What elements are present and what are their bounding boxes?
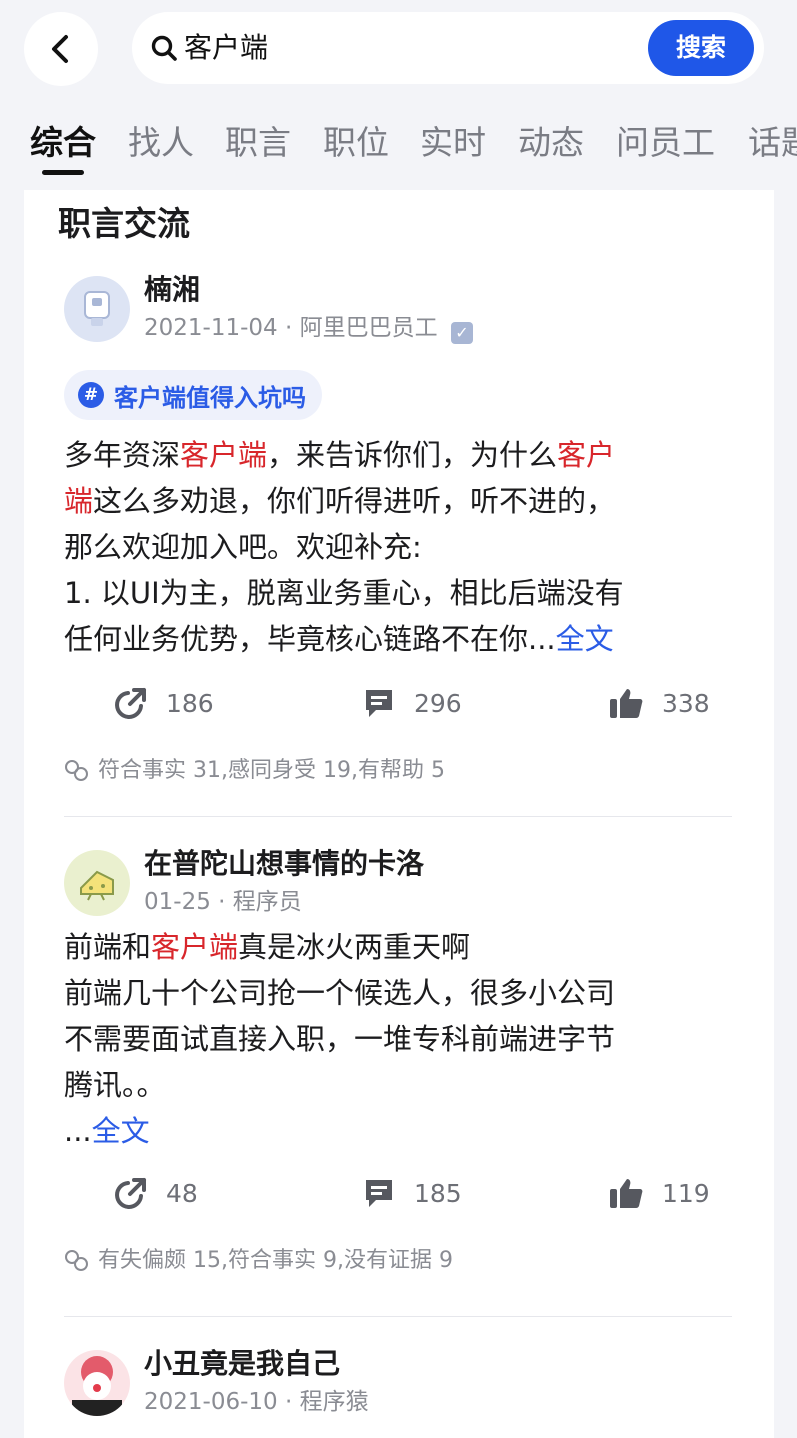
keyword-highlight: 端 xyxy=(64,484,94,518)
category-tabs: 综合 找人 职言 职位 实时 动态 问员工 话题 xyxy=(0,118,797,180)
comment-count: 185 xyxy=(414,1178,462,1208)
like-count: 338 xyxy=(662,688,710,718)
post-meta: 2021-06-10 · 程序猿 xyxy=(144,1386,369,1418)
top-bar: 客户端 搜索 xyxy=(0,0,797,100)
thumbs-up-icon xyxy=(610,1179,643,1208)
tab-ask-employee[interactable]: 问员工 xyxy=(616,118,715,168)
author-role: 阿里巴巴员工 xyxy=(299,315,438,341)
post-date: 2021-11-04 xyxy=(144,315,278,341)
hashtag-icon: # xyxy=(78,382,104,408)
section-title: 职言交流 xyxy=(58,204,190,243)
meta-separator: · xyxy=(284,315,293,341)
author-name[interactable]: 小丑竟是我自己 xyxy=(144,1346,340,1382)
like-button[interactable]: 338 xyxy=(608,686,710,720)
post-body-line: 腾讯。。 xyxy=(64,1068,166,1102)
share-count: 186 xyxy=(166,688,214,718)
like-count: 119 xyxy=(662,1178,710,1208)
reaction-summary[interactable]: 有失偏颇 15,符合事实 9,没有证据 9 xyxy=(64,1246,453,1276)
default-avatar-icon xyxy=(84,291,110,326)
post-date: 2021-06-10 xyxy=(144,1389,278,1415)
post-body-line: ...全文 xyxy=(64,1108,150,1154)
body-text: ... xyxy=(64,1114,92,1148)
tab-posts[interactable]: 职言 xyxy=(225,118,291,168)
post-body-line: 那么欢迎加入吧。欢迎补充: xyxy=(64,530,422,564)
comment-button[interactable]: 185 xyxy=(362,1176,462,1210)
reaction-text: 符合事实 31,感同身受 19,有帮助 5 xyxy=(98,758,445,783)
avatar[interactable] xyxy=(64,1350,130,1416)
avatar[interactable] xyxy=(64,276,130,342)
share-button[interactable]: 186 xyxy=(114,686,214,720)
like-button[interactable]: 119 xyxy=(608,1176,710,1210)
read-more-link[interactable]: 全文 xyxy=(92,1114,150,1148)
search-button[interactable]: 搜索 xyxy=(648,20,754,76)
tab-feed[interactable]: 动态 xyxy=(518,118,584,168)
post-date: 01-25 xyxy=(144,889,211,915)
topic-label: 客户端值得入坑吗 xyxy=(114,383,306,412)
reaction-summary[interactable]: 符合事实 31,感同身受 19,有帮助 5 xyxy=(64,756,445,786)
comment-button[interactable]: 296 xyxy=(362,686,462,720)
avatar[interactable] xyxy=(64,850,130,916)
post-body-line: 端这么多劝退，你们听得进听，听不进的， xyxy=(64,478,615,524)
comment-icon xyxy=(366,1180,392,1207)
post-card[interactable]: 在普陀山想事情的卡洛 01-25 · 程序员 前端和客户端真是冰火两重天啊 前端… xyxy=(24,846,774,1346)
clown-avatar-icon xyxy=(72,1356,122,1416)
comment-icon xyxy=(366,690,392,717)
keyword-highlight: 客户端 xyxy=(151,930,239,964)
body-text: 这么多劝退，你们听得进听，听不进的， xyxy=(93,484,616,518)
results-card: 职言交流 楠湘 2021-11-04 · 阿里巴巴员工 ✓ # 客户端值得入坑吗… xyxy=(24,190,774,1438)
tab-realtime[interactable]: 实时 xyxy=(420,118,486,168)
share-count: 48 xyxy=(166,1178,198,1208)
post-divider xyxy=(64,1316,732,1317)
read-more-link[interactable]: 全文 xyxy=(556,622,614,656)
share-button[interactable]: 48 xyxy=(114,1176,198,1210)
search-box[interactable]: 客户端 搜索 xyxy=(132,12,764,84)
post-card[interactable]: 小丑竟是我自己 2021-06-10 · 程序猿 xyxy=(24,1346,774,1438)
post-body-line: 任何业务优势，毕竟核心链路不在你...全文 xyxy=(64,616,614,662)
thumbs-up-icon xyxy=(610,689,643,718)
meta-separator: · xyxy=(284,1389,293,1415)
post-divider xyxy=(64,816,732,817)
verified-icon: ✓ xyxy=(450,322,473,344)
post-body-line: 多年资深客户端，来告诉你们，为什么客户 xyxy=(64,432,615,478)
reaction-icon xyxy=(65,760,88,781)
body-text: 真是冰火两重天啊 xyxy=(238,930,471,964)
tab-topics[interactable]: 话题 xyxy=(748,118,797,168)
keyword-highlight: 客户端 xyxy=(180,438,268,472)
search-icon xyxy=(151,35,177,61)
tab-people[interactable]: 找人 xyxy=(128,118,194,168)
post-meta: 01-25 · 程序员 xyxy=(144,886,302,918)
post-body-line: 1. 以UI为主，脱离业务重心，相比后端没有 xyxy=(64,576,624,610)
author-name[interactable]: 在普陀山想事情的卡洛 xyxy=(144,846,424,882)
body-text: ，来告诉你们，为什么 xyxy=(267,438,558,472)
cheese-avatar-icon xyxy=(80,870,114,901)
post-body-line: 前端几十个公司抢一个候选人，很多小公司 xyxy=(64,976,616,1010)
share-icon xyxy=(115,688,146,719)
author-role: 程序员 xyxy=(232,889,302,915)
reaction-text: 有失偏颇 15,符合事实 9,没有证据 9 xyxy=(98,1248,453,1273)
keyword-highlight: 客户 xyxy=(557,438,616,472)
topic-chip[interactable]: # 客户端值得入坑吗 xyxy=(64,370,322,420)
post-body-line: 前端和客户端真是冰火两重天啊 xyxy=(64,924,470,970)
author-role: 程序猿 xyxy=(299,1389,369,1415)
post-card[interactable]: 楠湘 2021-11-04 · 阿里巴巴员工 ✓ # 客户端值得入坑吗 多年资深… xyxy=(24,266,774,826)
body-text: 多年资深 xyxy=(64,438,181,472)
search-input[interactable]: 客户端 xyxy=(184,28,268,68)
body-text: 任何业务优势，毕竟核心链路不在你... xyxy=(64,622,556,656)
comment-count: 296 xyxy=(414,688,462,718)
body-text: 前端和 xyxy=(64,930,152,964)
tab-all[interactable]: 综合 xyxy=(30,118,96,168)
back-arrow-icon xyxy=(52,35,68,63)
reaction-icon xyxy=(65,1250,88,1271)
tab-jobs[interactable]: 职位 xyxy=(323,118,389,168)
post-meta: 2021-11-04 · 阿里巴巴员工 ✓ xyxy=(144,312,473,344)
meta-separator: · xyxy=(218,889,226,915)
share-icon xyxy=(115,1178,146,1209)
active-tab-indicator xyxy=(42,170,84,175)
post-body-line: 不需要面试直接入职，一堆专科前端进字节 xyxy=(64,1022,616,1056)
author-name[interactable]: 楠湘 xyxy=(144,272,200,308)
back-button[interactable] xyxy=(24,12,98,86)
